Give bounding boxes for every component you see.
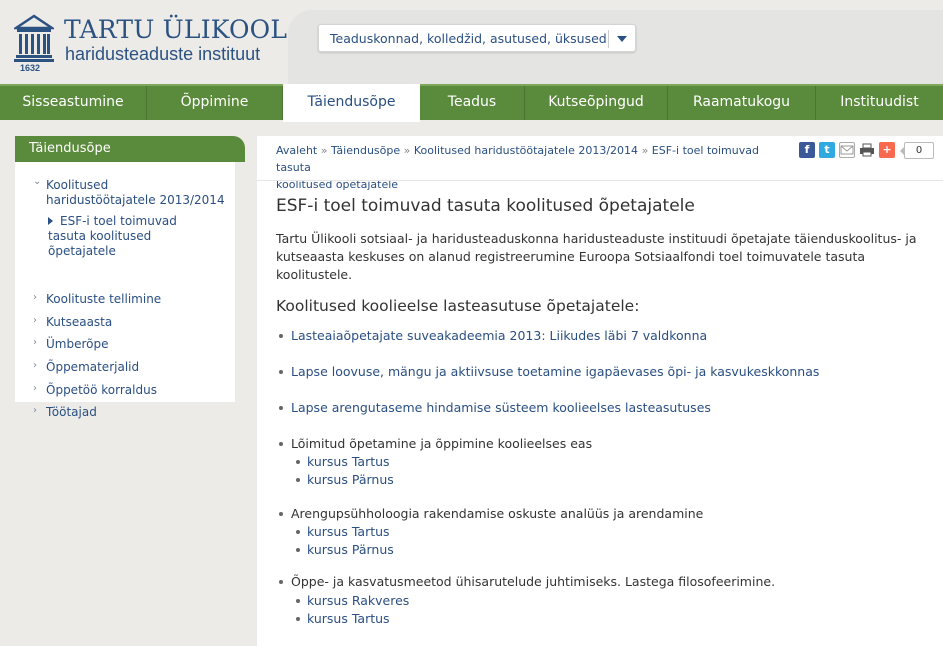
breadcrumb: Avaleht » Täiendusõpe » Koolitused harid… [276,142,786,193]
breadcrumb-separator: » [403,144,411,157]
chevron-right-icon: › [33,405,37,416]
list-bullet [296,478,300,482]
breadcrumb-koolitused[interactable]: Koolitused haridustöötajatele 2013/2014 [414,144,638,157]
sidebar-item-esf-active[interactable]: ESF-i toel toimuvad tasuta koolitused õp… [48,214,228,259]
intro-line3: koolitustele. [276,267,353,282]
breadcrumb-taiendusope[interactable]: Täiendusõpe [331,144,400,157]
sidebar-active-line2: tasuta koolitused [48,229,152,243]
intro-line2: kutseaasta keskuses on alanud registreer… [276,249,866,264]
sidebar-item-oppetoo-korraldus[interactable]: Õppetöö korraldus [46,383,157,397]
divider [257,180,943,181]
breadcrumb-avaleht[interactable]: Avaleht [276,144,317,157]
chevron-right-icon: › [33,383,37,394]
logo-subtitle: haridusteaduste instituut [65,44,261,64]
sidebar-item-kutseaasta[interactable]: Kutseaasta [46,315,112,329]
sidebar-item-koolitused[interactable]: Koolitused haridustöötajatele 2013/2014 [46,178,225,208]
twitter-icon[interactable]: t [819,142,835,158]
course-link-arengupsuhholoogia-parnus[interactable]: kursus Pärnus [307,542,394,557]
course-link-arengupsuhholoogia-tartus[interactable]: kursus Tartus [307,524,390,539]
nav-item-oppimine[interactable]: Õppimine [147,86,283,120]
print-icon[interactable] [859,142,875,158]
sidebar-active-line3: õpetajatele [48,244,116,258]
sidebar-item-umberope[interactable]: Ümberõpe [46,337,108,351]
sidebar: Täiendusõpe ⌄ Koolitused haridustöötajat… [15,136,245,419]
email-icon[interactable] [839,142,855,158]
sidebar-menu: ⌄ Koolitused haridustöötajatele 2013/201… [15,162,235,419]
logo-year: 1632 [20,63,41,73]
list-bullet [279,512,283,516]
addthis-plus-icon[interactable]: + [879,142,895,158]
course-link-ohisarutelud-rakveres[interactable]: kursus Rakveres [307,593,409,608]
sidebar-item-koolitused-line1: Koolitused [46,178,109,192]
chevron-down-icon: ⌄ [33,176,42,187]
sidebar-active-line1: ESF-i toel toimuvad [60,214,177,228]
nav-item-teadus[interactable]: Teadus [420,86,525,120]
section-title: Koolitused koolieelse lasteasutuse õpeta… [276,297,640,315]
sidebar-item-koolituste-tellimine[interactable]: Koolituste tellimine [46,292,161,306]
units-dropdown-label: Teaduskonnad, kolledžid, asutused, üksus… [330,31,607,46]
list-bullet [296,599,300,603]
list-bullet [279,334,283,338]
chevron-right-icon: › [33,337,37,348]
page-title: ESF-i toel toimuvad tasuta koolitused õp… [276,196,695,216]
list-bullet [279,442,283,446]
nav-item-raamatukogu[interactable]: Raamatukogu [668,86,816,120]
list-bullet [296,617,300,621]
chevron-down-icon [617,36,627,42]
sidebar-item-koolitused-line2: haridustöötajatele 2013/2014 [46,193,225,207]
intro-line1: Tartu Ülikooli sotsiaal- ja haridusteadu… [276,231,917,246]
sidebar-title[interactable]: Täiendusõpe [15,136,245,162]
course-link-suveakadeemia[interactable]: Lasteaiaõpetajate suveakadeemia 2013: Li… [291,328,707,343]
share-counter: 0 [900,142,934,159]
nav-item-instituudist[interactable]: Instituudist [816,86,943,120]
chevron-right-icon: › [33,360,37,371]
facebook-icon[interactable]: f [799,142,815,158]
dropdown-separator [608,30,609,48]
course-link-loimitud-parnus[interactable]: kursus Pärnus [307,472,394,487]
course-link-ohisarutelud-tartus[interactable]: kursus Tartus [307,611,390,626]
nav-item-kutseopingud[interactable]: Kutseõpingud [525,86,668,120]
list-bullet [296,530,300,534]
nav-item-sisseastumine[interactable]: Sisseastumine [0,86,147,120]
breadcrumb-separator: » [641,144,649,157]
course-title-arengupsuhholoogia: Arengupsühholoogia rakendamise oskuste a… [291,506,704,521]
university-logo[interactable]: 1632 TARTU ÜLIKOOL haridusteaduste insti… [14,14,287,76]
list-bullet [279,370,283,374]
list-bullet [296,460,300,464]
units-dropdown[interactable]: Teaduskonnad, kolledžid, asutused, üksus… [318,24,636,52]
breadcrumb-separator: » [320,144,328,157]
list-bullet [279,406,283,410]
main-content: Avaleht » Täiendusõpe » Koolitused harid… [257,136,943,646]
list-bullet [279,580,283,584]
course-link-loovus[interactable]: Lapse loovuse, mängu ja aktiivsuse toeta… [291,364,819,379]
course-link-arengutase[interactable]: Lapse arengutaseme hindamise süsteem koo… [291,400,711,415]
site-header: 1632 TARTU ÜLIKOOL haridusteaduste insti… [0,0,943,86]
logo-title: TARTU ÜLIKOOL [64,15,288,44]
nav-item-taiendusope[interactable]: Täiendusõpe [283,84,420,122]
chevron-right-icon: › [33,292,37,303]
list-bullet [296,548,300,552]
course-title-loimitud: Lõimitud õpetamine ja õppimine koolieels… [291,436,593,451]
sidebar-item-oppematerjalid[interactable]: Õppematerjalid [46,360,139,374]
course-title-ohisarutelud: Õppe- ja kasvatusmeetod ühisarutelude ju… [291,574,776,589]
main-nav: Sisseastumine Õppimine Täiendusõpe Teadu… [0,84,943,122]
course-link-loimitud-tartus[interactable]: kursus Tartus [307,454,390,469]
intro-text: Tartu Ülikooli sotsiaal- ja haridusteadu… [276,230,928,284]
sidebar-item-tootajad[interactable]: Töötajad [46,405,97,419]
chevron-right-icon: › [33,315,37,326]
